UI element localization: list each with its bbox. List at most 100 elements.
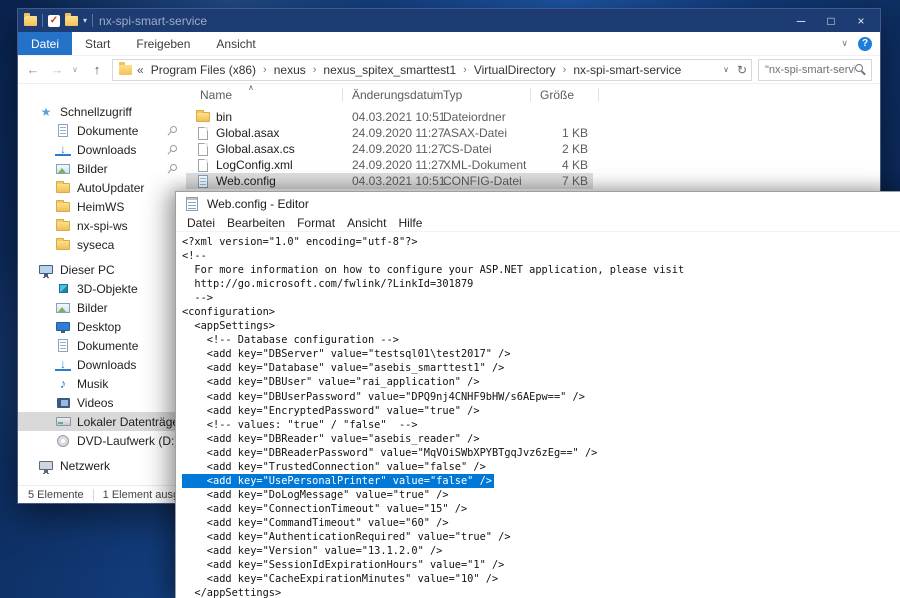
column-header-date[interactable]: Änderungsdatum	[352, 88, 443, 102]
menu-format[interactable]: Format	[291, 216, 341, 230]
sidebar-item-label: 3D-Objekte	[77, 282, 138, 296]
ribbon-tab-datei[interactable]: Datei	[18, 32, 72, 55]
properties-check-icon[interactable]: ✓	[48, 15, 60, 27]
breadcrumb-segment[interactable]: nexus_spitex_smarttest1	[323, 63, 456, 77]
sidebar-item-syseca[interactable]: syseca	[18, 235, 186, 254]
app-folder-icon	[24, 16, 37, 26]
file-size: 7 KB	[516, 174, 588, 188]
address-bar[interactable]: «Program Files (x86)›nexus›nexus_spitex_…	[112, 59, 752, 81]
sidebar-item-nx-spi-ws[interactable]: nx-spi-ws	[18, 216, 186, 235]
file-row[interactable]: Web.config04.03.2021 10:51CONFIG-Datei7 …	[186, 173, 593, 189]
sidebar-item-bilder[interactable]: Bilder	[18, 159, 186, 178]
file-size: 4 KB	[516, 158, 588, 172]
code-line: <add key="DoLogMessage" value="true" />	[182, 488, 900, 502]
quick-access-toolbar: ✓ ▾	[24, 14, 93, 27]
sidebar-item-3d-objekte[interactable]: 3D-Objekte	[18, 279, 186, 298]
code-line: <!-- Database configuration -->	[182, 333, 900, 347]
folder-icon	[55, 180, 71, 196]
ribbon-tab-ansicht[interactable]: Ansicht	[203, 32, 268, 55]
back-icon[interactable]: ←	[24, 62, 42, 77]
breadcrumb-overflow-icon[interactable]: «	[137, 63, 144, 77]
ribbon-tab-freigeben[interactable]: Freigeben	[123, 32, 203, 55]
sidebar-item-dieser-pc[interactable]: Dieser PC	[18, 260, 186, 279]
sidebar-item-videos[interactable]: Videos	[18, 393, 186, 412]
column-header-type[interactable]: Typ	[443, 88, 462, 102]
help-icon[interactable]: ?	[858, 37, 872, 51]
sidebar-item-dokumente[interactable]: Dokumente	[18, 336, 186, 355]
pin-icon	[166, 144, 177, 155]
sidebar-item-autoupdater[interactable]: AutoUpdater	[18, 178, 186, 197]
column-divider[interactable]	[342, 88, 343, 102]
new-folder-icon[interactable]	[65, 16, 78, 26]
breadcrumb-separator-icon: ›	[313, 64, 317, 76]
code-line: <add key="TrustedConnection" value="fals…	[182, 460, 900, 474]
sidebar-item-label: Bilder	[77, 162, 108, 176]
search-input[interactable]: "nx-spi-smart-service" durchs...	[758, 59, 872, 81]
sidebar-item-label: Musik	[77, 377, 108, 391]
code-line: -->	[182, 291, 900, 305]
navigation-pane: SchnellzugriffDokumenteDownloadsBilderAu…	[18, 84, 186, 485]
ribbon-tab-start[interactable]: Start	[72, 32, 123, 55]
file-row[interactable]: Global.asax.cs24.09.2020 11:27CS-Datei2 …	[186, 141, 880, 157]
pin-icon	[166, 163, 177, 174]
maximize-button[interactable]: □	[816, 10, 846, 31]
code-line: <add key="ConnectionTimeout" value="15" …	[182, 502, 900, 516]
breadcrumb-segment[interactable]: nexus	[274, 63, 306, 77]
file-date: 24.09.2020 11:27	[352, 126, 445, 140]
sidebar-item-desktop[interactable]: Desktop	[18, 317, 186, 336]
recent-locations-icon[interactable]: ∨	[72, 65, 82, 74]
menu-datei[interactable]: Datei	[181, 216, 221, 230]
ribbon-expand-icon[interactable]: ∨	[841, 38, 848, 49]
file-row[interactable]: LogConfig.xml24.09.2020 11:27XML-Dokumen…	[186, 157, 880, 173]
file-icon	[195, 125, 211, 141]
qat-dropdown-icon[interactable]: ▾	[83, 16, 87, 25]
menu-hilfe[interactable]: Hilfe	[392, 216, 428, 230]
sidebar-item-heimws[interactable]: HeimWS	[18, 197, 186, 216]
sidebar-item-dokumente[interactable]: Dokumente	[18, 121, 186, 140]
pic-icon	[55, 300, 71, 316]
sidebar-item-label: Downloads	[77, 143, 136, 157]
notepad-icon	[184, 196, 200, 212]
code-line: <!--	[182, 249, 900, 263]
code-line: <add key="CacheExpirationMinutes" value=…	[182, 572, 900, 586]
file-row[interactable]: bin04.03.2021 10:51Dateiordner	[186, 109, 880, 125]
minimize-button[interactable]: ─	[786, 10, 816, 31]
breadcrumb-segment[interactable]: nx-spi-smart-service	[573, 63, 681, 77]
code-line: <add key="EncryptedPassword" value="true…	[182, 404, 900, 418]
column-divider[interactable]	[530, 88, 531, 102]
column-divider[interactable]	[433, 88, 434, 102]
menu-bearbeiten[interactable]: Bearbeiten	[221, 216, 291, 230]
file-type: ASAX-Datei	[443, 126, 507, 140]
desktop-icon	[55, 319, 71, 335]
code-line: </appSettings>	[182, 586, 900, 598]
text-editor-area[interactable]: <?xml version="1.0" encoding="utf-8"?><!…	[176, 232, 900, 598]
pic-icon	[55, 161, 71, 177]
sidebar-item-schnellzugriff[interactable]: Schnellzugriff	[18, 102, 186, 121]
notepad-menubar: DateiBearbeitenFormatAnsichtHilfe	[176, 215, 900, 232]
breadcrumb-segment[interactable]: Program Files (x86)	[151, 63, 256, 77]
sidebar-item-netzwerk[interactable]: Netzwerk	[18, 456, 186, 475]
file-row[interactable]: Global.asax24.09.2020 11:27ASAX-Datei1 K…	[186, 125, 880, 141]
sidebar-item-downloads[interactable]: Downloads	[18, 355, 186, 374]
breadcrumb-segment[interactable]: VirtualDirectory	[474, 63, 556, 77]
up-icon[interactable]: ↑	[88, 62, 106, 77]
net-icon	[38, 458, 54, 474]
refresh-icon[interactable]: ↻	[737, 63, 747, 77]
sidebar-item-lokaler-datentr-ger[interactable]: Lokaler Datenträger	[18, 412, 186, 431]
menu-ansicht[interactable]: Ansicht	[341, 216, 392, 230]
column-header-size[interactable]: Größe	[540, 88, 574, 102]
item-count: 5 Elemente	[28, 489, 84, 501]
address-dropdown-icon[interactable]: ∨	[723, 65, 729, 74]
column-header-name[interactable]: Name	[200, 88, 232, 102]
folder-icon	[55, 199, 71, 215]
search-text: "nx-spi-smart-service" durchs...	[765, 64, 855, 76]
file-type: XML-Dokument	[443, 158, 526, 172]
forward-icon[interactable]: →	[48, 62, 66, 77]
file-name: Web.config	[216, 174, 276, 188]
sidebar-item-musik[interactable]: Musik	[18, 374, 186, 393]
sidebar-item-downloads[interactable]: Downloads	[18, 140, 186, 159]
sidebar-item-dvd-laufwerk-d-s[interactable]: DVD-Laufwerk (D:) S	[18, 431, 186, 450]
sidebar-item-bilder[interactable]: Bilder	[18, 298, 186, 317]
close-button[interactable]: ×	[846, 10, 876, 31]
column-divider[interactable]	[598, 88, 599, 102]
